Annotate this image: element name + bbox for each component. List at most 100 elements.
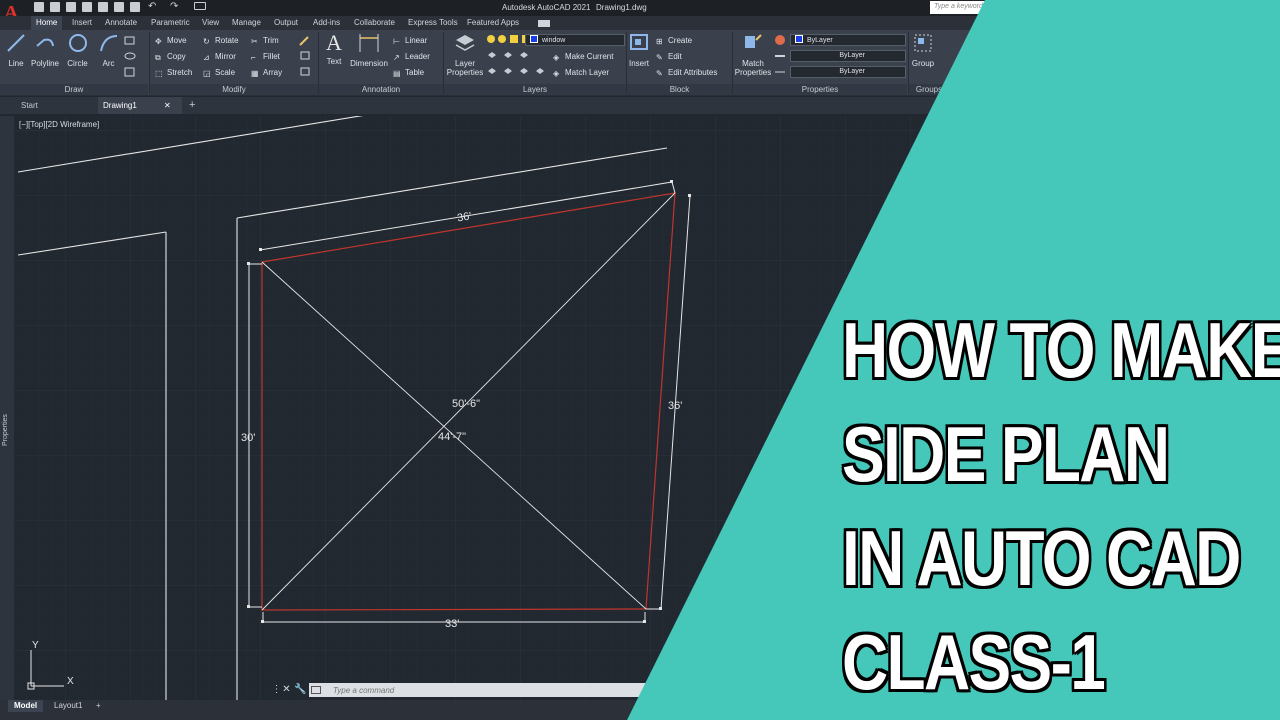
dimension-button[interactable]: Dimension <box>348 32 390 68</box>
tab-home[interactable]: Home <box>31 16 63 30</box>
modify-panel-footer[interactable]: Modify <box>150 84 318 95</box>
erase-tools-icon[interactable] <box>298 34 312 78</box>
group-button[interactable]: Group <box>910 32 936 68</box>
properties-panel-footer[interactable]: Properties <box>733 84 907 95</box>
mirror-button[interactable]: ⊿ Mirror <box>203 51 236 63</box>
text-button[interactable]: A Text <box>322 32 346 67</box>
start-tab-label: Start <box>21 101 38 110</box>
close-tab-icon[interactable]: ✕ <box>164 97 171 114</box>
save-as-icon[interactable] <box>82 2 92 12</box>
fillet-button[interactable]: ⌐ Fillet <box>251 51 280 63</box>
line-button[interactable]: Line <box>5 32 27 68</box>
draw-small-tools-icon[interactable] <box>123 34 145 78</box>
workspace-icon[interactable] <box>194 2 206 10</box>
edit-attributes-icon: ✎ <box>656 69 663 78</box>
linetype-dropdown[interactable]: ByLayer <box>790 50 906 62</box>
table-label: Table <box>405 68 425 77</box>
table-button[interactable]: ▤ Table <box>393 67 424 79</box>
file-tab-start[interactable]: Start <box>16 97 92 114</box>
tab-model[interactable]: Model <box>8 700 44 712</box>
table-icon: ▤ <box>393 69 401 78</box>
tab-insert[interactable]: Insert <box>72 18 92 27</box>
new-file-icon[interactable] <box>34 2 44 12</box>
move-button[interactable]: ✥ Move <box>155 35 187 47</box>
array-icon: ▦ <box>251 69 259 78</box>
dim-label-diagonal-2: 44'-7" <box>438 431 466 443</box>
circle-button[interactable]: Circle <box>65 32 90 68</box>
properties-strip-label: Properties <box>2 414 9 446</box>
fillet-label: Fillet <box>263 52 280 61</box>
groups-panel-footer[interactable]: Groups <box>909 84 949 95</box>
copy-icon: ⧉ <box>155 53 161 62</box>
tab-view[interactable]: View <box>202 18 219 27</box>
polyline-button[interactable]: Polyline <box>29 32 61 68</box>
new-layout-button[interactable]: + <box>90 700 107 712</box>
array-label: Array <box>263 68 283 77</box>
file-tab-drawing1[interactable]: Drawing1 ✕ <box>98 97 182 114</box>
properties-palette-strip[interactable]: Properties <box>0 116 14 700</box>
edit-block-button[interactable]: ✎ Edit <box>656 51 682 63</box>
annotation-panel-footer[interactable]: Annotation <box>319 84 443 95</box>
tab-manage[interactable]: Manage <box>232 18 261 27</box>
fillet-icon: ⌐ <box>251 53 256 62</box>
match-layer-button[interactable]: ◈ Match Layer <box>553 67 609 79</box>
lineweight-dropdown[interactable]: ByLayer <box>790 66 906 78</box>
web-save-icon[interactable] <box>114 2 124 12</box>
tab-parametric[interactable]: Parametric <box>151 18 190 27</box>
trim-button[interactable]: ✂ Trim <box>251 35 279 47</box>
color-dropdown[interactable]: ByLayer <box>790 34 906 46</box>
dimension-tick <box>259 248 262 251</box>
redo-icon[interactable]: ↷ <box>170 2 180 12</box>
command-history-icon[interactable] <box>311 686 321 694</box>
dim-label-bottom: 33' <box>445 618 459 630</box>
dim-label-right: 36' <box>668 400 682 412</box>
web-open-icon[interactable] <box>98 2 108 12</box>
match-properties-button[interactable]: Match Properties <box>734 32 772 77</box>
scale-button[interactable]: ◲ Scale <box>203 67 235 79</box>
thumbnail-headline: HOW TO MAKE SIDE PLAN IN AUTO CAD CLASS-… <box>842 298 1280 714</box>
move-label: Move <box>167 36 187 45</box>
command-input[interactable] <box>309 683 651 697</box>
block-panel-footer[interactable]: Block <box>627 84 732 95</box>
open-file-icon[interactable] <box>50 2 60 12</box>
tab-annotate[interactable]: Annotate <box>105 18 137 27</box>
dimension-tick <box>688 194 691 197</box>
create-block-button[interactable]: ⊞ Create <box>656 35 692 47</box>
tab-featured-apps[interactable]: Featured Apps <box>467 18 519 27</box>
insert-button[interactable]: Insert <box>628 32 650 68</box>
make-current-button[interactable]: ◈ Make Current <box>553 51 613 63</box>
command-customize-icon[interactable]: 🔧 <box>294 684 306 695</box>
viewport-controls[interactable]: [−][Top][2D Wireframe] <box>19 120 99 129</box>
save-icon[interactable] <box>66 2 76 12</box>
tab-layout1[interactable]: Layout1 <box>48 700 88 712</box>
headline-line-2: SIDE PLAN <box>842 410 1170 498</box>
layer-dropdown[interactable]: window <box>525 34 625 46</box>
headline-line-4: CLASS-1 <box>842 618 1106 706</box>
plot-icon[interactable] <box>130 2 140 12</box>
ribbon-toggle-icon[interactable] <box>538 20 550 27</box>
draw-panel-footer[interactable]: Draw <box>0 84 148 95</box>
search-input[interactable]: Type a keyword <box>930 1 1000 14</box>
color-value: ByLayer <box>807 37 833 44</box>
layer-tools-icons[interactable] <box>486 50 546 80</box>
tab-output[interactable]: Output <box>274 18 298 27</box>
layer-properties-button[interactable]: Layer Properties <box>446 32 484 77</box>
tab-add-ins[interactable]: Add-ins <box>313 18 340 27</box>
rotate-button[interactable]: ↻ Rotate <box>203 35 239 47</box>
undo-icon[interactable]: ↶ <box>148 2 158 12</box>
leader-button[interactable]: ↗ Leader <box>393 51 430 63</box>
new-tab-icon[interactable]: + <box>184 97 200 114</box>
dimension-tick <box>659 607 662 610</box>
headline-line-1: HOW TO MAKE <box>842 306 1280 394</box>
tab-collaborate[interactable]: Collaborate <box>354 18 395 27</box>
tab-express-tools[interactable]: Express Tools <box>408 18 458 27</box>
trim-label: Trim <box>263 36 279 45</box>
stretch-button[interactable]: ⬚ Stretch <box>155 67 192 79</box>
copy-button[interactable]: ⧉ Copy <box>155 51 186 63</box>
arc-button[interactable]: Arc <box>96 32 121 68</box>
edit-attributes-button[interactable]: ✎ Edit Attributes <box>656 67 717 79</box>
linear-button[interactable]: ⊢ Linear <box>393 35 427 47</box>
command-close-icon[interactable]: ✕ <box>281 684 292 695</box>
array-button[interactable]: ▦ Array <box>251 67 282 79</box>
layers-panel-footer[interactable]: Layers <box>444 84 626 95</box>
